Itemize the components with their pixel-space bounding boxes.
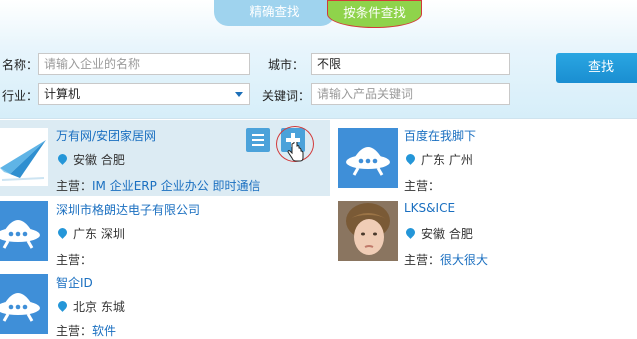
company-name[interactable]: LKS&ICE bbox=[404, 201, 455, 215]
ufo-logo bbox=[0, 201, 48, 261]
location: 广东 深圳 bbox=[56, 225, 125, 242]
main-business: 主营：很大很大 bbox=[404, 253, 489, 267]
list-icon bbox=[252, 134, 264, 136]
location: 广东 广州 bbox=[404, 151, 473, 168]
location: 安徽 合肥 bbox=[56, 151, 125, 168]
main-business: 主营： bbox=[404, 179, 441, 193]
main-business: 主营：软件 bbox=[56, 324, 117, 338]
ufo-logo bbox=[0, 274, 48, 334]
industry-select[interactable]: 计算机 bbox=[38, 83, 250, 105]
location-pin-icon bbox=[56, 299, 69, 312]
tab-condition-search[interactable]: 按条件查找 bbox=[327, 0, 422, 28]
company-name[interactable]: 智企ID bbox=[56, 274, 93, 291]
search-button[interactable]: 查找 bbox=[556, 53, 637, 83]
city-label: 城市： bbox=[268, 58, 305, 72]
location-pin-icon bbox=[404, 226, 417, 239]
chevron-down-icon bbox=[235, 92, 243, 97]
company-name[interactable]: 深圳市格朗达电子有限公司 bbox=[56, 201, 200, 218]
location-pin-icon bbox=[404, 152, 417, 165]
keyword-input[interactable]: 请输入产品关键词 bbox=[311, 83, 510, 105]
hand-cursor-icon bbox=[287, 142, 304, 162]
company-name[interactable]: 百度在我脚下 bbox=[404, 127, 476, 144]
location-pin-icon bbox=[56, 152, 69, 165]
main-business: 主营： bbox=[56, 253, 93, 267]
list-view-button[interactable] bbox=[246, 128, 270, 152]
location: 安徽 合肥 bbox=[404, 225, 473, 242]
child-photo bbox=[338, 201, 398, 261]
location: 北京 东城 bbox=[56, 298, 125, 315]
city-input[interactable]: 不限 bbox=[311, 53, 510, 75]
location-pin-icon bbox=[56, 226, 69, 239]
ufo-logo bbox=[338, 128, 398, 188]
company-name[interactable]: 万有网/安团家居网 bbox=[56, 127, 156, 144]
main-business: 主营：IM 企业ERP 企业办公 即时通信 bbox=[56, 179, 261, 193]
name-input[interactable]: 请输入企业的名称 bbox=[38, 53, 250, 75]
paper-plane-logo bbox=[0, 128, 48, 186]
keyword-label: 关键词： bbox=[262, 89, 311, 103]
industry-label: 行业： bbox=[2, 89, 39, 103]
tab-exact-search[interactable]: 精确查找 bbox=[214, 0, 335, 26]
name-label: 名称： bbox=[2, 58, 39, 72]
